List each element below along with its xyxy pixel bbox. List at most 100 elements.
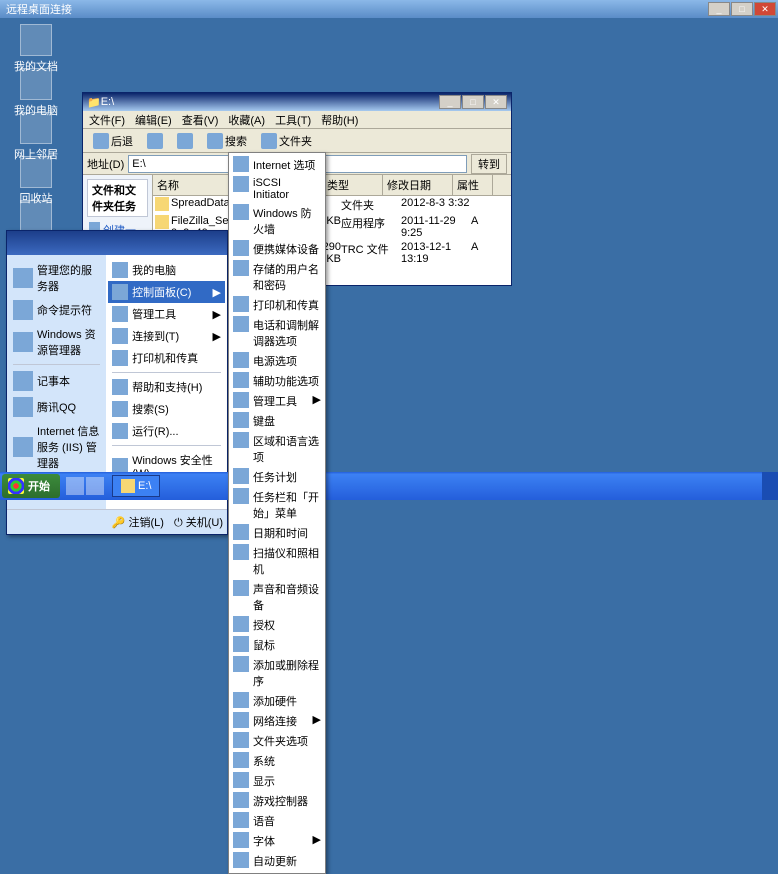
- forward-button[interactable]: [143, 132, 167, 150]
- cp-item[interactable]: 管理工具▶: [231, 391, 323, 411]
- minimize-button[interactable]: _: [708, 2, 730, 16]
- explorer-toolbar: 后退 搜索 文件夹: [83, 129, 511, 153]
- close-button[interactable]: ✕: [754, 2, 776, 16]
- cp-item-icon: [233, 432, 249, 448]
- file-row[interactable]: SpreadData文件夹2012-8-3 3:32: [153, 196, 511, 214]
- folder-icon: 📁: [87, 96, 101, 109]
- menu-edit[interactable]: 编辑(E): [135, 112, 172, 128]
- cp-item[interactable]: 网络连接▶: [231, 711, 323, 731]
- help-icon: [112, 379, 128, 395]
- menu-view[interactable]: 查看(V): [182, 112, 219, 128]
- recycle-icon: [20, 156, 52, 188]
- sm-explorer[interactable]: Windows 资源管理器: [9, 323, 104, 361]
- cp-item[interactable]: 显示: [231, 771, 323, 791]
- sm-admin-tools[interactable]: 管理工具▶: [108, 303, 225, 325]
- go-button[interactable]: 转到: [471, 154, 507, 174]
- sm-mycomputer[interactable]: 我的电脑: [108, 259, 225, 281]
- explorer-maximize[interactable]: □: [462, 95, 484, 109]
- desktop-icon-network[interactable]: 网上邻居: [6, 112, 66, 162]
- menu-tools[interactable]: 工具(T): [275, 112, 311, 128]
- cp-item-icon: [233, 712, 249, 728]
- explorer-minimize[interactable]: _: [439, 95, 461, 109]
- explorer-close[interactable]: ✕: [485, 95, 507, 109]
- up-button[interactable]: [173, 132, 197, 150]
- cp-item[interactable]: 区域和语言选项: [231, 431, 323, 467]
- cp-item[interactable]: iSCSI Initiator: [231, 175, 323, 203]
- col-type[interactable]: 类型: [323, 175, 383, 195]
- cp-item[interactable]: 添加硬件: [231, 691, 323, 711]
- logoff-button[interactable]: 🔑 注销(L): [112, 514, 164, 530]
- folder-icon: [155, 197, 169, 211]
- explorer-titlebar[interactable]: 📁 E:\ _ □ ✕: [83, 93, 511, 111]
- shutdown-button[interactable]: ⏻ 关机(U): [174, 514, 223, 530]
- cp-item[interactable]: 日期和时间: [231, 523, 323, 543]
- back-button[interactable]: 后退: [89, 132, 137, 150]
- sm-connect[interactable]: 连接到(T)▶: [108, 325, 225, 347]
- folder-icon: [121, 479, 135, 493]
- folders-button[interactable]: 文件夹: [257, 132, 316, 150]
- cp-item[interactable]: 任务计划: [231, 467, 323, 487]
- cp-item[interactable]: 字体▶: [231, 831, 323, 851]
- cp-item[interactable]: 存储的用户名和密码: [231, 259, 323, 295]
- sm-control-panel[interactable]: 控制面板(C)▶: [108, 281, 225, 303]
- sm-iis[interactable]: Internet 信息服务 (IIS) 管理器: [9, 420, 104, 474]
- col-attr[interactable]: 属性: [453, 175, 493, 195]
- sm-qq[interactable]: 腾讯QQ: [9, 394, 104, 420]
- search-button[interactable]: 搜索: [203, 132, 251, 150]
- cp-item[interactable]: 电话和调制解调器选项: [231, 315, 323, 351]
- menu-help[interactable]: 帮助(H): [321, 112, 358, 128]
- cp-item[interactable]: 电源选项: [231, 351, 323, 371]
- maximize-button[interactable]: □: [731, 2, 753, 16]
- cp-item[interactable]: 声音和音频设备: [231, 579, 323, 615]
- rdp-title: 远程桌面连接: [6, 1, 708, 17]
- explorer-title: E:\: [101, 96, 439, 108]
- cp-item[interactable]: 语音: [231, 811, 323, 831]
- sm-search[interactable]: 搜索(S): [108, 398, 225, 420]
- desktop-icon-documents[interactable]: 我的文档: [6, 24, 66, 74]
- sm-printers[interactable]: 打印机和传真: [108, 347, 225, 369]
- sm-cmd[interactable]: 命令提示符: [9, 297, 104, 323]
- cp-item[interactable]: 辅助功能选项: [231, 371, 323, 391]
- menu-fav[interactable]: 收藏(A): [228, 112, 265, 128]
- address-label: 地址(D): [87, 156, 124, 172]
- cp-item[interactable]: Windows 防火墙: [231, 203, 323, 239]
- explorer-icon: [13, 332, 33, 352]
- cp-item[interactable]: 便携媒体设备: [231, 239, 323, 259]
- cp-item-icon: [233, 316, 249, 332]
- cp-item-icon: [233, 488, 249, 504]
- desktop-icon-computer[interactable]: 我的电脑: [6, 68, 66, 118]
- cp-item-icon: [233, 792, 249, 808]
- ql-icon[interactable]: [86, 477, 104, 495]
- cp-item[interactable]: 授权: [231, 615, 323, 635]
- cp-item[interactable]: 打印机和传真: [231, 295, 323, 315]
- cp-item[interactable]: 游戏控制器: [231, 791, 323, 811]
- up-icon: [177, 133, 193, 149]
- cp-item[interactable]: 扫描仪和照相机: [231, 543, 323, 579]
- cp-item[interactable]: 任务栏和「开始」菜单: [231, 487, 323, 523]
- cp-item[interactable]: 系统: [231, 751, 323, 771]
- cp-item-icon: [233, 832, 249, 848]
- menu-file[interactable]: 文件(F): [89, 112, 125, 128]
- start-button[interactable]: 开始: [2, 474, 60, 498]
- system-tray[interactable]: [762, 472, 778, 500]
- search-icon: [112, 401, 128, 417]
- cp-item[interactable]: 添加或删除程序: [231, 655, 323, 691]
- network-icon: [20, 112, 52, 144]
- ql-icon[interactable]: [66, 477, 84, 495]
- cp-item-icon: [233, 616, 249, 632]
- taskbar-item-explorer[interactable]: E:\: [112, 475, 160, 497]
- sm-manage-server[interactable]: 管理您的服务器: [9, 259, 104, 297]
- cp-item[interactable]: Internet 选项: [231, 155, 323, 175]
- sm-run[interactable]: 运行(R)...: [108, 420, 225, 442]
- desktop-icon-recycle[interactable]: 回收站: [6, 156, 66, 206]
- cp-item[interactable]: 文件夹选项: [231, 731, 323, 751]
- control-panel-submenu: Internet 选项iSCSI InitiatorWindows 防火墙便携媒…: [228, 152, 326, 874]
- sm-help[interactable]: 帮助和支持(H): [108, 376, 225, 398]
- cp-item[interactable]: 键盘: [231, 411, 323, 431]
- cp-item[interactable]: 鼠标: [231, 635, 323, 655]
- sm-notepad[interactable]: 记事本: [9, 368, 104, 394]
- cp-item[interactable]: 自动更新: [231, 851, 323, 871]
- col-date[interactable]: 修改日期: [383, 175, 453, 195]
- explorer-menubar: 文件(F) 编辑(E) 查看(V) 收藏(A) 工具(T) 帮助(H): [83, 111, 511, 129]
- start-menu-footer: 🔑 注销(L) ⏻ 关机(U): [7, 509, 227, 534]
